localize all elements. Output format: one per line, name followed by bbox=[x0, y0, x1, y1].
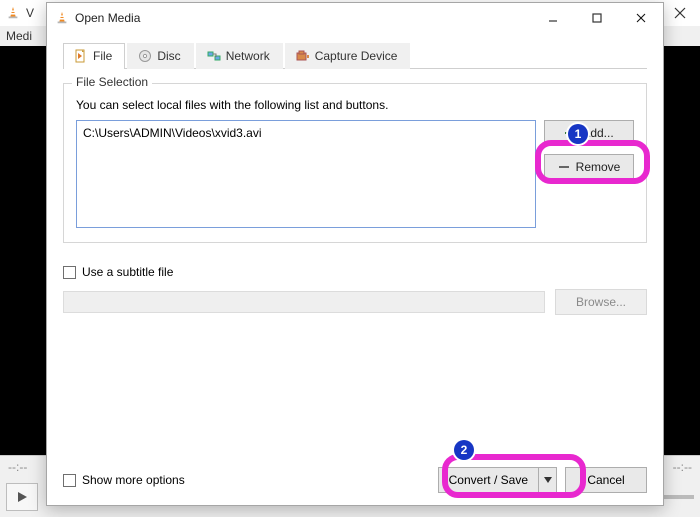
file-selection-group: File Selection You can select local file… bbox=[63, 83, 647, 243]
cancel-button[interactable]: Cancel bbox=[565, 467, 647, 493]
plus-icon bbox=[564, 127, 576, 139]
parent-window-title: V bbox=[26, 6, 34, 20]
remove-button-label: Remove bbox=[576, 160, 621, 174]
minimize-button[interactable] bbox=[531, 3, 575, 33]
vlc-cone-icon bbox=[55, 11, 69, 25]
file-icon bbox=[74, 49, 88, 63]
dialog-titlebar[interactable]: Open Media bbox=[47, 3, 663, 33]
file-selection-hint: You can select local files with the foll… bbox=[76, 98, 634, 112]
add-button[interactable]: Add... bbox=[544, 120, 634, 146]
list-item[interactable]: C:\Users\ADMIN\Videos\xvid3.avi bbox=[83, 125, 529, 141]
show-more-options-label: Show more options bbox=[82, 473, 185, 487]
dialog-title: Open Media bbox=[75, 11, 140, 25]
tab-file[interactable]: File bbox=[63, 43, 125, 69]
capture-icon bbox=[296, 49, 310, 63]
tab-network[interactable]: Network bbox=[196, 43, 283, 69]
use-subtitle-label: Use a subtitle file bbox=[82, 265, 173, 279]
chevron-down-icon bbox=[544, 477, 552, 483]
network-icon bbox=[207, 49, 221, 63]
file-list[interactable]: C:\Users\ADMIN\Videos\xvid3.avi bbox=[76, 120, 536, 228]
maximize-button[interactable] bbox=[575, 3, 619, 33]
media-tabs: File Disc Network Capture Device bbox=[63, 41, 647, 69]
tab-disc[interactable]: Disc bbox=[127, 43, 193, 69]
convert-save-dropdown[interactable] bbox=[539, 467, 557, 493]
time-end: --:-- bbox=[671, 460, 694, 474]
vlc-cone-icon bbox=[6, 6, 20, 20]
tab-disc-label: Disc bbox=[157, 49, 180, 63]
add-button-label: Add... bbox=[582, 126, 613, 140]
tab-file-label: File bbox=[93, 49, 112, 63]
subtitle-path-field bbox=[63, 291, 545, 313]
time-start: --:-- bbox=[6, 460, 29, 474]
convert-save-label: Convert / Save bbox=[449, 473, 528, 487]
convert-save-button[interactable]: Convert / Save bbox=[438, 467, 557, 493]
play-button[interactable] bbox=[6, 483, 38, 511]
disc-icon bbox=[138, 49, 152, 63]
tab-network-label: Network bbox=[226, 49, 270, 63]
browse-button: Browse... bbox=[555, 289, 647, 315]
file-selection-legend: File Selection bbox=[72, 75, 152, 89]
remove-button[interactable]: Remove bbox=[544, 154, 634, 180]
open-media-dialog: Open Media File bbox=[46, 2, 664, 506]
cancel-button-label: Cancel bbox=[587, 473, 624, 487]
show-more-options-checkbox[interactable] bbox=[63, 474, 76, 487]
browse-button-label: Browse... bbox=[576, 295, 626, 309]
tab-capture-label: Capture Device bbox=[315, 49, 398, 63]
tab-capture[interactable]: Capture Device bbox=[285, 43, 411, 69]
parent-menu-media[interactable]: Medi bbox=[6, 29, 32, 43]
minus-icon bbox=[558, 161, 570, 173]
parent-close-icon[interactable] bbox=[660, 0, 700, 26]
use-subtitle-checkbox[interactable] bbox=[63, 266, 76, 279]
close-button[interactable] bbox=[619, 3, 663, 33]
